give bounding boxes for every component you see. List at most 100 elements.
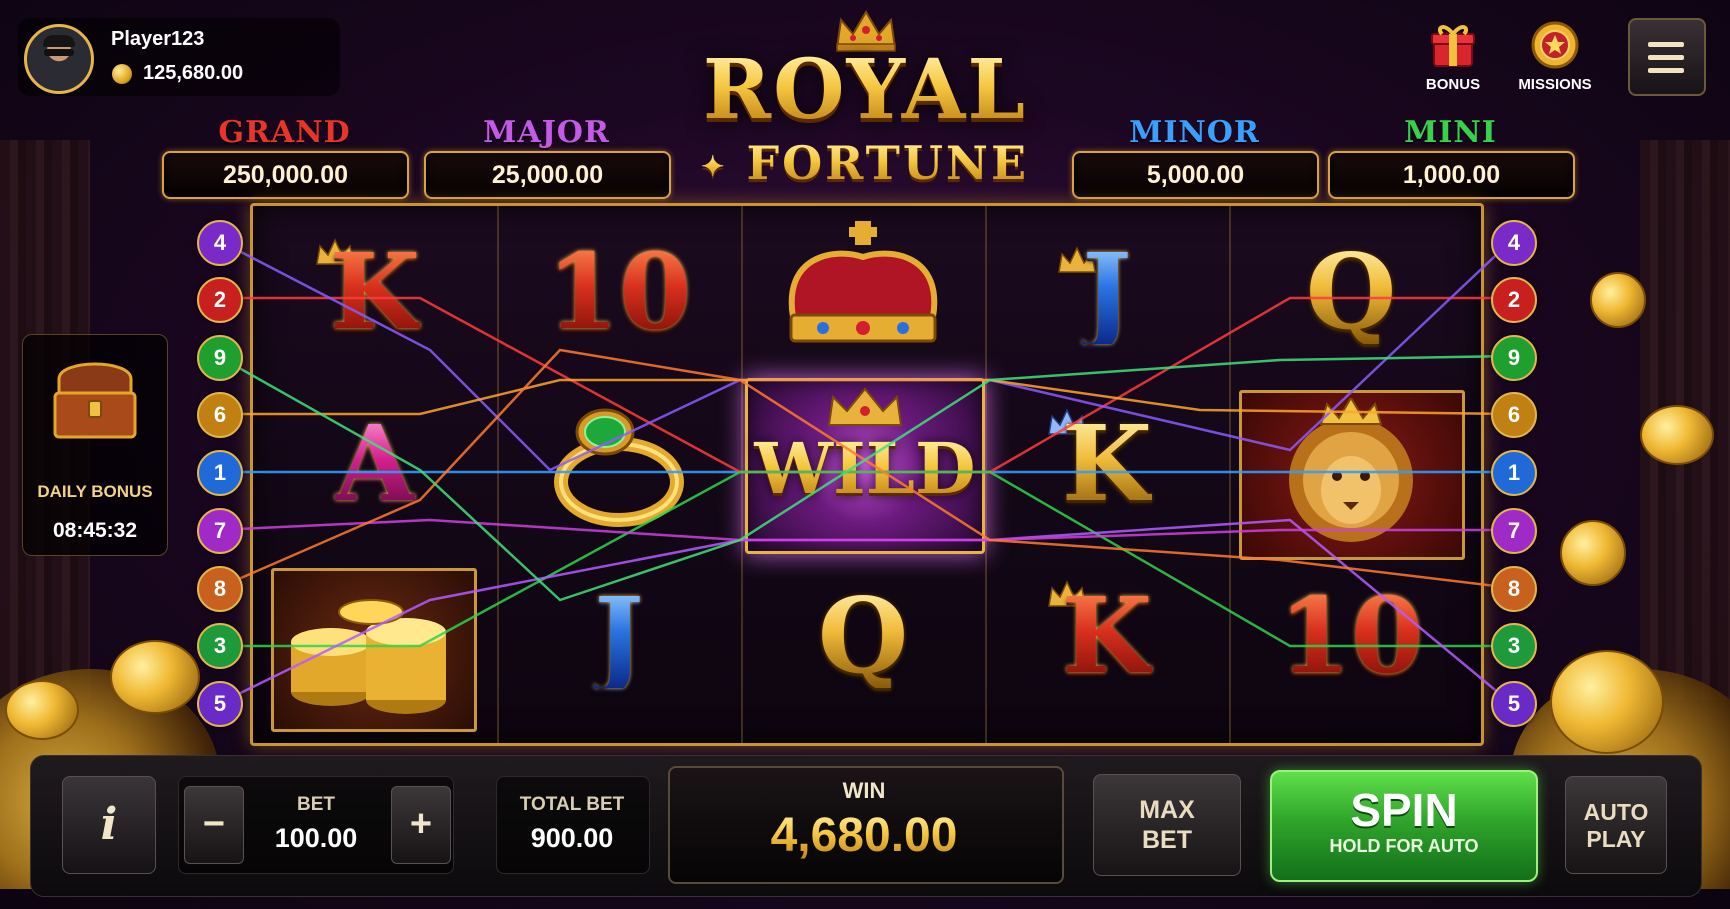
payline-badge-left[interactable]: 5 [197,681,243,727]
symbol-j: J [985,206,1229,378]
missions-button[interactable]: MISSIONS [1510,20,1600,96]
increase-bet-button[interactable]: + [391,786,451,864]
avatar[interactable] [24,24,94,94]
payline-badge-right[interactable]: 6 [1491,392,1537,438]
spin-sub-label: HOLD FOR AUTO [1329,836,1479,856]
floating-coin [1640,405,1714,465]
bet-value: 100.00 [274,823,358,853]
payline-badge-left[interactable]: 3 [197,623,243,669]
symbol-q: Q [741,550,985,722]
symbol-text: 10 [546,230,692,353]
emerald-ring-icon [497,378,741,550]
missions-label: MISSIONS [1518,76,1592,93]
floating-coin [5,680,79,740]
spin-label: SPIN [1350,784,1458,836]
payline-badge-left[interactable]: 9 [197,335,243,381]
bonus-label: BONUS [1425,76,1481,93]
payline-badge-right[interactable]: 4 [1491,220,1537,266]
symbol-text: 10 [1278,574,1424,697]
spin-button[interactable]: SPIN HOLD FOR AUTO [1270,770,1538,882]
payline-badge-left[interactable]: 4 [197,220,243,266]
auto-play-label-line2: PLAY [1586,826,1646,852]
symbol-text: K [1061,402,1153,525]
royal-crown-art [788,221,938,343]
max-bet-label-line2: BET [1142,826,1192,854]
lion-art [1289,398,1413,542]
jackpot-value: 250,000.00 [162,151,409,199]
symbol-text: K [1061,574,1153,697]
payline-badge-left[interactable]: 6 [197,392,243,438]
win-value: 4,680.00 [668,808,1060,864]
symbol-q: Q [1229,206,1473,378]
symbol-a: A [253,378,497,550]
wild-text: WILD [748,433,982,505]
symbol-text: J [594,574,644,697]
jackpot-label: MINI [1404,115,1497,150]
payline-badge-right[interactable]: 1 [1491,450,1537,496]
symbol-j: J [497,550,741,722]
daily-bonus-panel[interactable]: DAILY BONUS 08:45:32 [22,334,168,556]
symbol-text: Q [1305,230,1397,353]
jackpot-label: GRAND [218,115,351,150]
decrease-bet-button[interactable]: − [184,786,244,864]
daily-bonus-label: DAILY BONUS [37,482,153,501]
symbol-10: 10 [1229,550,1473,722]
floating-coin [1560,520,1626,586]
daily-bonus-timer: 08:45:32 [52,519,138,542]
bet-label: BET [297,794,335,815]
payline-badge-left[interactable]: 2 [197,277,243,323]
logo-title: ROYAL [640,48,1090,132]
max-bet-button[interactable]: MAX BET [1093,774,1241,876]
logo-subtitle: FORTUNE [746,136,1030,190]
symbol-k: K [985,378,1229,550]
treasure-chest-icon [53,362,137,439]
payline-badge-right[interactable]: 5 [1491,681,1537,727]
jackpot-value: 5,000.00 [1072,151,1319,199]
floating-coin [110,640,200,714]
jackpot-label: MINOR [1129,115,1260,150]
menu-button[interactable] [1628,18,1706,96]
max-bet-label-line1: MAX [1139,796,1195,824]
reel-1: K A [253,206,499,743]
jackpot-label: MAJOR [483,115,610,150]
bonus-button[interactable]: BONUS [1408,20,1498,96]
payline-badge-left[interactable]: 1 [197,450,243,496]
fleur-icon: ✦ [700,150,728,183]
menu-bar [1648,68,1684,73]
win-label: WIN [842,778,886,803]
payline-badge-left[interactable]: 8 [197,566,243,612]
reel-3: WILD Q [741,206,987,743]
star-medal-icon [1531,21,1579,69]
payline-badge-right[interactable]: 2 [1491,277,1537,323]
payline-badge-right[interactable]: 7 [1491,508,1537,554]
floating-coin [1590,272,1646,328]
player-name: Player123 [111,28,205,50]
symbol-text: A [334,402,416,525]
gold-coins-icon [253,550,497,732]
symbol-text: Q [817,574,909,697]
payline-badge-right[interactable]: 9 [1491,335,1537,381]
symbol-k: K [985,550,1229,722]
jackpot-value: 1,000.00 [1328,151,1575,199]
auto-play-button[interactable]: AUTO PLAY [1565,776,1667,874]
symbol-k: K [253,206,497,378]
wild-symbol: WILD [745,378,985,554]
menu-bar [1648,55,1684,60]
reel-5: Q 10 [1229,206,1473,743]
payline-badge-right[interactable]: 3 [1491,623,1537,669]
balance-value: 125,680.00 [143,62,244,84]
payline-badge-left[interactable]: 7 [197,508,243,554]
symbol-10: 10 [497,206,741,378]
floating-coin [1550,650,1664,754]
total-bet-label: TOTAL BET [519,794,625,815]
symbol-text: J [1082,230,1132,353]
gift-icon [1431,25,1475,67]
emerald-ring-art [554,408,684,527]
player-panel: Player123 125,680.00 [18,18,340,96]
payline-badge-right[interactable]: 8 [1491,566,1537,612]
jackpot-minor: MINOR 5,000.00 [1072,115,1319,199]
reel-grid: K A 10 J WILD Q J K K Q 10 [250,203,1484,746]
info-button[interactable]: i [62,776,156,874]
lion-icon [1229,378,1473,560]
avatar-glasses [44,49,74,56]
